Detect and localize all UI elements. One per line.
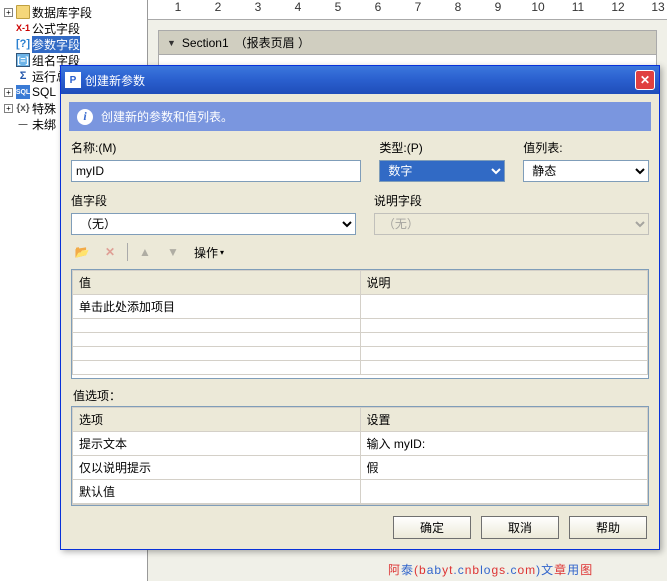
tree-item-label: SQL bbox=[32, 85, 56, 99]
dialog-button-bar: 确定 取消 帮助 bbox=[61, 506, 659, 549]
expand-icon[interactable]: + bbox=[4, 104, 13, 113]
option-row[interactable]: 允许自定义值真 bbox=[73, 504, 648, 507]
tree-item-label: 数据库字段 bbox=[32, 4, 92, 21]
descfield-select: （无） bbox=[374, 213, 649, 235]
sql-icon: SQL bbox=[16, 85, 30, 99]
group-icon: [=] bbox=[16, 53, 30, 67]
section-name: Section1 bbox=[182, 36, 229, 50]
ok-button[interactable]: 确定 bbox=[393, 516, 471, 539]
folder-open-icon: 📂 bbox=[75, 245, 90, 259]
close-button[interactable]: ✕ bbox=[635, 70, 655, 90]
value-options-label: 值选项： bbox=[61, 379, 659, 406]
create-parameter-dialog: P 创建新参数 ✕ i 创建新的参数和值列表。 名称:(M) 类型:(P) 数字… bbox=[60, 65, 660, 550]
type-select[interactable]: 数字 bbox=[379, 160, 505, 182]
dialog-title: 创建新参数 bbox=[85, 72, 145, 89]
sigma-icon: Σ bbox=[16, 69, 30, 83]
unbound-icon: — bbox=[16, 117, 30, 131]
dialog-titlebar[interactable]: P 创建新参数 ✕ bbox=[61, 66, 659, 94]
tree-item-db-fields[interactable]: + 数据库字段 bbox=[2, 4, 145, 20]
section-header[interactable]: ▼ Section1 （报表页眉 ） bbox=[159, 31, 656, 55]
col-header-value[interactable]: 值 bbox=[73, 271, 361, 295]
help-button[interactable]: 帮助 bbox=[569, 516, 647, 539]
parameter-icon: [?] bbox=[16, 37, 30, 51]
move-down-button: ▼ bbox=[162, 241, 184, 263]
expand-icon[interactable]: + bbox=[4, 88, 13, 97]
database-icon bbox=[16, 5, 30, 19]
dialog-icon: P bbox=[65, 72, 81, 88]
chevron-down-icon: ▾ bbox=[220, 248, 224, 257]
option-row[interactable]: 默认值 bbox=[73, 480, 648, 504]
option-row[interactable]: 提示文本输入 myID: bbox=[73, 432, 648, 456]
delete-icon: ✕ bbox=[105, 245, 115, 259]
name-input[interactable] bbox=[71, 160, 361, 182]
values-grid[interactable]: 值 说明 单击此处添加项目 bbox=[71, 269, 649, 379]
special-icon: {x} bbox=[16, 101, 30, 115]
tree-item-label: 公式字段 bbox=[32, 20, 80, 37]
section-description: （报表页眉 ） bbox=[235, 34, 310, 51]
tree-item-parameter-fields[interactable]: [?] 参数字段 bbox=[2, 36, 145, 52]
valuelist-select[interactable]: 静态 bbox=[523, 160, 649, 182]
tree-item-formula-fields[interactable]: X-1 公式字段 bbox=[2, 20, 145, 36]
expand-icon[interactable]: + bbox=[4, 8, 13, 17]
formula-icon: X-1 bbox=[16, 21, 30, 35]
valuefield-label: 值字段 bbox=[71, 192, 356, 209]
valuelist-label: 值列表: bbox=[523, 139, 649, 156]
col-header-setting[interactable]: 设置 bbox=[360, 408, 648, 432]
valuefield-select[interactable]: （无） bbox=[71, 213, 356, 235]
tree-item-label: 参数字段 bbox=[32, 36, 80, 53]
col-header-description[interactable]: 说明 bbox=[360, 271, 648, 295]
values-toolbar: 📂 ✕ ▲ ▼ 操作 ▾ bbox=[61, 235, 659, 269]
grid-cell[interactable] bbox=[360, 295, 648, 319]
cancel-button[interactable]: 取消 bbox=[481, 516, 559, 539]
action-dropdown[interactable]: 操作 ▾ bbox=[190, 242, 228, 263]
arrow-down-icon: ▼ bbox=[167, 245, 179, 259]
open-button[interactable]: 📂 bbox=[71, 241, 93, 263]
descfield-label: 说明字段 bbox=[374, 192, 649, 209]
move-up-button: ▲ bbox=[134, 241, 156, 263]
action-label: 操作 bbox=[194, 244, 218, 261]
info-text: 创建新的参数和值列表。 bbox=[101, 108, 233, 125]
add-item-placeholder[interactable]: 单击此处添加项目 bbox=[73, 295, 361, 319]
delete-button: ✕ bbox=[99, 241, 121, 263]
tree-item-label: 特殊 bbox=[32, 100, 56, 117]
info-icon: i bbox=[77, 109, 93, 125]
options-grid[interactable]: 选项 设置 提示文本输入 myID: 仅以说明提示假 默认值 允许自定义值真 允… bbox=[71, 406, 649, 506]
col-header-option[interactable]: 选项 bbox=[73, 408, 361, 432]
horizontal-ruler: 12345678910111213 bbox=[148, 0, 667, 20]
arrow-up-icon: ▲ bbox=[139, 245, 151, 259]
option-row[interactable]: 仅以说明提示假 bbox=[73, 456, 648, 480]
name-label: 名称:(M) bbox=[71, 139, 361, 156]
type-label: 类型:(P) bbox=[379, 139, 505, 156]
tree-item-label: 未绑 bbox=[32, 116, 56, 133]
collapse-arrow-icon[interactable]: ▼ bbox=[167, 38, 176, 48]
info-banner: i 创建新的参数和值列表。 bbox=[69, 102, 651, 131]
watermark-text: 阿泰(babyt.cnblogs.com)文章用图 bbox=[388, 561, 593, 578]
